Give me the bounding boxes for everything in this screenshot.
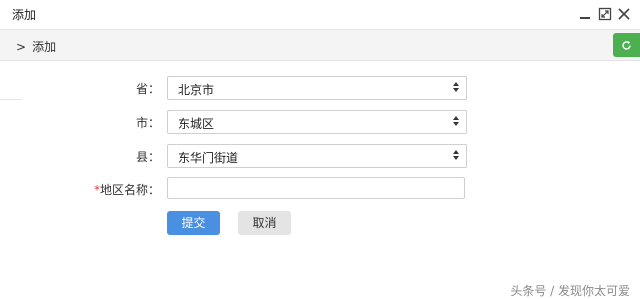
province-select[interactable]: 北京市	[167, 76, 467, 100]
county-select[interactable]: 东华门街道	[167, 144, 467, 168]
breadcrumb: > 添加	[16, 38, 56, 55]
refresh-icon	[622, 41, 631, 50]
watermark-text: 头条号 / 发现你太可爱	[510, 284, 630, 298]
breadcrumb-arrow: >	[16, 40, 27, 54]
select-arrows-icon	[452, 115, 460, 130]
refresh-button[interactable]	[613, 33, 640, 57]
county-select-value: 东华门街道	[178, 151, 239, 165]
window-titlebar: 添加	[0, 0, 640, 30]
left-divider	[0, 99, 22, 100]
select-arrows-icon	[452, 149, 460, 164]
toolbar: > 添加	[0, 30, 640, 61]
cancel-button[interactable]: 取消	[238, 211, 291, 235]
city-select[interactable]: 东城区	[167, 110, 467, 134]
city-select-value: 东城区	[178, 117, 215, 131]
breadcrumb-label[interactable]: 添加	[32, 40, 56, 54]
window-title: 添加	[12, 8, 37, 22]
select-arrows-icon	[452, 81, 460, 96]
region-name-input[interactable]	[167, 177, 465, 199]
province-label: 省：	[135, 82, 160, 96]
province-select-value: 北京市	[178, 83, 215, 97]
city-label: 市：	[135, 116, 160, 130]
minimize-icon[interactable]	[578, 7, 592, 21]
region-name-label: *地区名称：	[0, 181, 160, 198]
submit-button[interactable]: 提交	[167, 211, 220, 235]
county-label: 县：	[135, 150, 160, 164]
close-icon[interactable]	[617, 7, 631, 21]
region-name-label-text: 地区名称：	[99, 183, 160, 197]
maximize-icon[interactable]	[598, 7, 612, 21]
